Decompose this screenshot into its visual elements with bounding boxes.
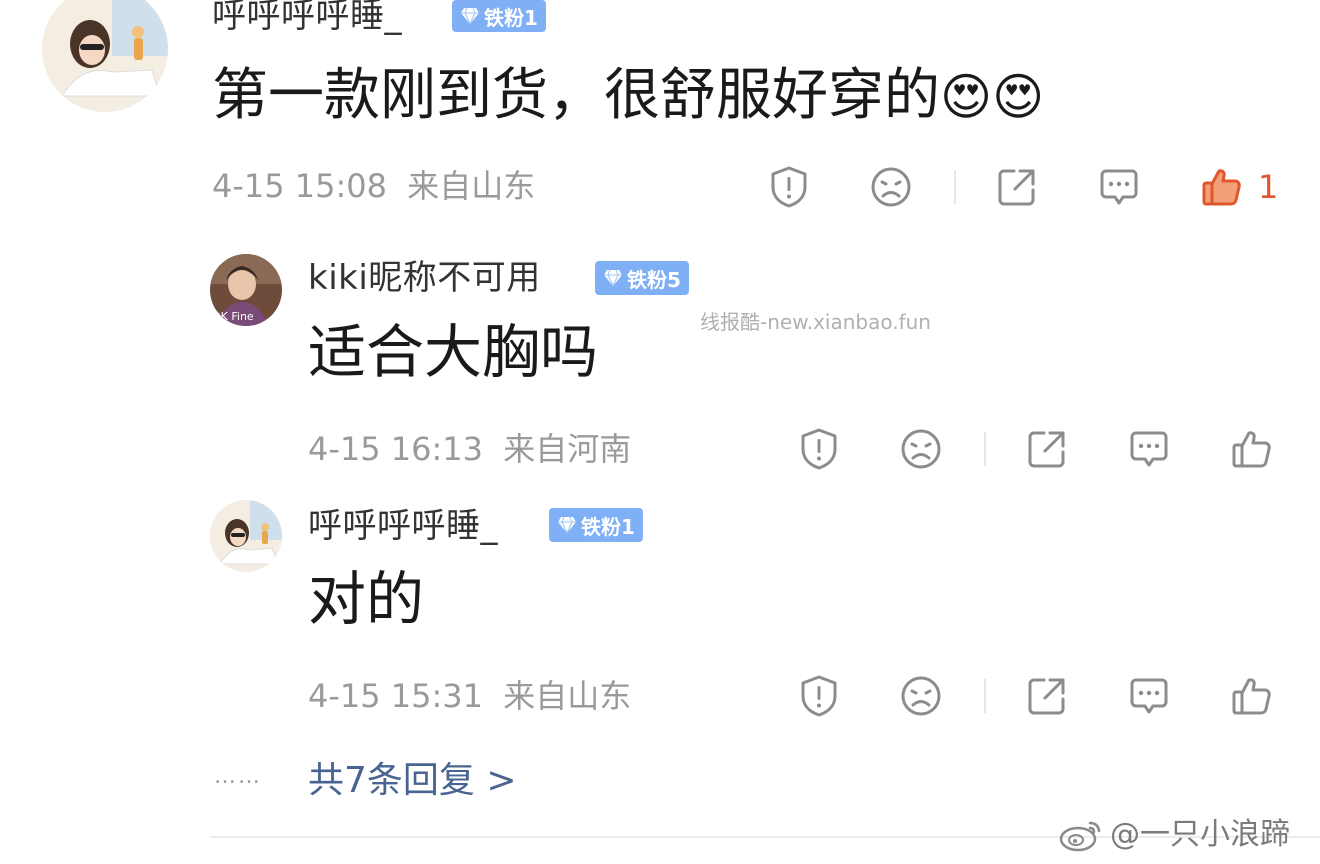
diamond-icon [604, 269, 622, 287]
like-count: 1 [1258, 168, 1279, 206]
username[interactable]: kiki昵称不可用 [308, 256, 541, 300]
fan-badge[interactable]: 铁粉1 [549, 508, 643, 542]
like-button[interactable] [1228, 426, 1274, 472]
avatar[interactable] [42, 0, 168, 112]
thumbs-up-icon [1202, 169, 1241, 206]
diamond-icon [558, 516, 576, 534]
comment-icon [1130, 678, 1168, 714]
badge-label: 铁粉5 [627, 267, 681, 292]
fan-badge[interactable]: 铁粉5 [595, 261, 689, 295]
footer-watermark-text: @一只小浪蹄 [1110, 817, 1290, 852]
timestamp: 4-15 15:08 [212, 167, 388, 205]
timestamp: 4-15 16:13 [308, 430, 484, 468]
comment-text: 对的 [308, 565, 425, 633]
badge-label: 铁粉1 [484, 5, 538, 30]
report-icon [771, 166, 807, 208]
comment-text: 适合大胸吗 [308, 318, 599, 386]
report-button[interactable] [796, 673, 842, 719]
thumbs-up-icon [1232, 431, 1271, 468]
timestamp: 4-15 15:31 [308, 677, 484, 715]
comment-meta: 4-15 15:31 来自山东 [308, 676, 631, 716]
weibo-logo-icon [1059, 821, 1101, 852]
heart-eyes-emoji: 😍😍 [940, 68, 1045, 126]
avatar[interactable] [210, 500, 282, 572]
divider [984, 679, 986, 713]
more-replies-link[interactable]: 共7条回复 > [308, 758, 517, 804]
diamond-icon [461, 7, 479, 25]
divider [984, 432, 986, 466]
badge-label: 铁粉1 [581, 514, 635, 539]
report-button[interactable] [766, 164, 812, 210]
report-icon [801, 675, 837, 717]
share-button[interactable] [1024, 426, 1070, 472]
share-button[interactable] [994, 164, 1040, 210]
comment-body: 第一款刚到货，很舒服好穿的 [212, 63, 940, 128]
comment-button[interactable] [1126, 426, 1172, 472]
watermark: 线报酷-new.xianbao.fun [700, 310, 931, 334]
like-button[interactable] [1228, 673, 1274, 719]
dislike-button[interactable] [898, 673, 944, 719]
fan-badge[interactable]: 铁粉1 [452, 0, 546, 32]
thumbs-up-icon [1232, 678, 1271, 715]
share-button[interactable] [1024, 673, 1070, 719]
dislike-face-icon [901, 676, 941, 716]
avatar-caption: OK Fine [212, 310, 254, 323]
location: 来自河南 [503, 430, 632, 468]
more-dots: …… [214, 764, 262, 789]
username[interactable]: 呼呼呼呼睡_ [308, 504, 498, 548]
comment-icon [1100, 169, 1138, 205]
comment-button[interactable] [1096, 164, 1142, 210]
avatar[interactable]: OK Fine [210, 254, 282, 326]
share-icon [998, 169, 1035, 206]
comment-button[interactable] [1126, 673, 1172, 719]
location: 来自山东 [503, 677, 632, 715]
report-button[interactable] [796, 426, 842, 472]
divider [954, 170, 956, 204]
comment-meta: 4-15 16:13 来自河南 [308, 429, 631, 469]
comment-text: 第一款刚到货，很舒服好穿的😍😍 [212, 60, 1044, 133]
comment-icon [1130, 431, 1168, 467]
comment-meta: 4-15 15:08 来自山东 [212, 166, 535, 206]
dislike-button[interactable] [898, 426, 944, 472]
dislike-button[interactable] [868, 164, 914, 210]
dislike-face-icon [871, 167, 911, 207]
report-icon [801, 428, 837, 470]
footer-watermark: @一只小浪蹄 [1058, 814, 1290, 856]
share-icon [1028, 431, 1065, 468]
dislike-face-icon [901, 429, 941, 469]
share-icon [1028, 678, 1065, 715]
location: 来自山东 [407, 167, 536, 205]
like-button[interactable] [1198, 164, 1244, 210]
username[interactable]: 呼呼呼呼睡_ [212, 0, 402, 38]
